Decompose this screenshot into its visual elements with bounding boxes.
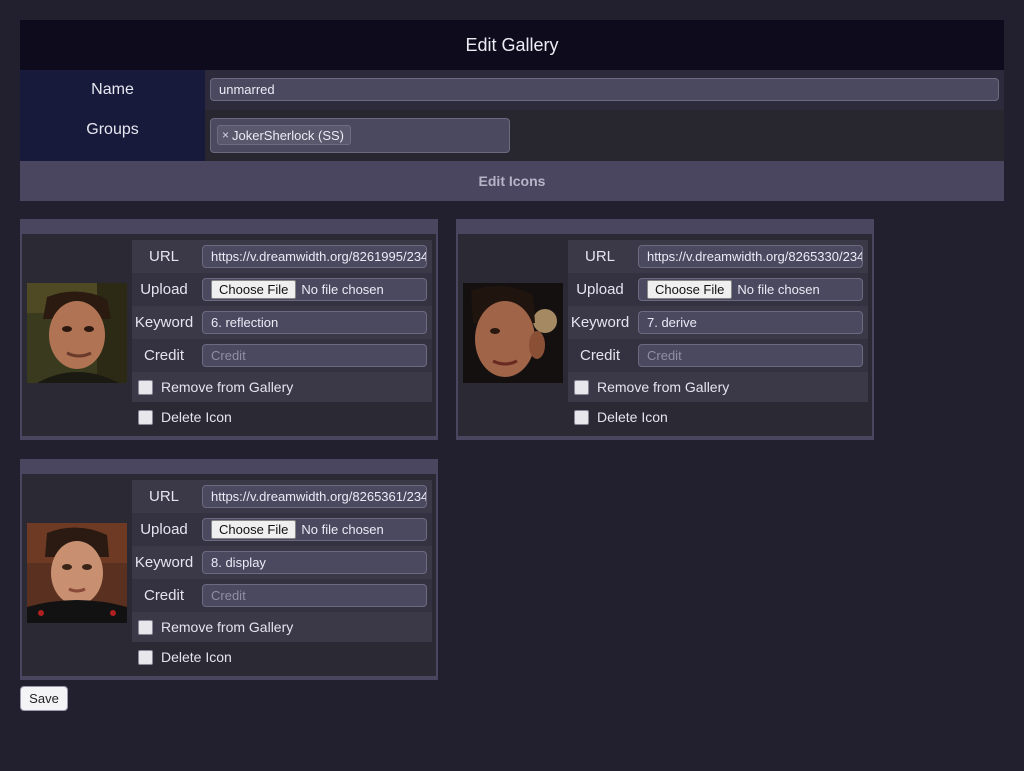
credit-label: Credit: [143, 587, 184, 604]
choose-file-button[interactable]: Choose File: [211, 520, 297, 539]
delete-checkbox[interactable]: [138, 649, 153, 665]
remove-label: Remove from Gallery: [597, 379, 730, 395]
name-label: Name: [20, 70, 205, 110]
file-status: No file chosen: [301, 522, 384, 537]
file-status: No file chosen: [737, 282, 820, 297]
credit-input[interactable]: Credit: [202, 584, 427, 607]
remove-from-gallery-option[interactable]: Remove from Gallery: [132, 612, 432, 642]
upload-label: Upload: [140, 521, 188, 538]
delete-label: Delete Icon: [161, 649, 232, 665]
keyword-input[interactable]: 8. display: [202, 551, 427, 574]
name-row: Name unmarred: [20, 70, 1004, 110]
icon-card: URL https://v.dreamwidth.org/8265330/234…: [456, 219, 874, 440]
keyword-label: Keyword: [134, 314, 194, 331]
file-status: No file chosen: [301, 282, 384, 297]
remove-label: Remove from Gallery: [161, 619, 294, 635]
group-tag-label: JokerSherlock (SS): [232, 127, 344, 143]
groups-row: Groups × JokerSherlock (SS): [20, 110, 1004, 161]
credit-label: Credit: [143, 347, 184, 364]
remove-checkbox[interactable]: [138, 379, 153, 395]
url-label: URL: [584, 248, 615, 265]
url-label: URL: [148, 488, 179, 505]
remove-label: Remove from Gallery: [161, 379, 294, 395]
delete-icon-option[interactable]: Delete Icon: [132, 642, 432, 672]
keyword-label: Keyword: [570, 314, 630, 331]
choose-file-button[interactable]: Choose File: [211, 280, 297, 299]
groups-select[interactable]: × JokerSherlock (SS): [210, 118, 510, 153]
upload-label: Upload: [576, 281, 624, 298]
upload-file-input[interactable]: Choose File No file chosen: [202, 518, 427, 541]
group-tag: × JokerSherlock (SS): [217, 125, 351, 145]
edit-icons-heading: Edit Icons: [20, 161, 1004, 201]
credit-input[interactable]: Credit: [202, 344, 427, 367]
keyword-input[interactable]: 7. derive: [638, 311, 863, 334]
url-input[interactable]: https://v.dreamwidth.org/8265330/2345: [638, 245, 863, 268]
delete-label: Delete Icon: [597, 409, 668, 425]
delete-checkbox[interactable]: [574, 409, 589, 425]
icon-thumbnail: [463, 283, 563, 383]
delete-label: Delete Icon: [161, 409, 232, 425]
name-input[interactable]: unmarred: [210, 78, 999, 101]
remove-checkbox[interactable]: [138, 619, 153, 635]
groups-label: Groups: [20, 110, 205, 161]
url-input[interactable]: https://v.dreamwidth.org/8265361/2345: [202, 485, 427, 508]
upload-label: Upload: [140, 281, 188, 298]
remove-checkbox[interactable]: [574, 379, 589, 395]
upload-file-input[interactable]: Choose File No file chosen: [638, 278, 863, 301]
delete-icon-option[interactable]: Delete Icon: [132, 402, 432, 432]
icon-card: URL https://v.dreamwidth.org/8261995/234…: [20, 219, 438, 440]
save-button[interactable]: Save: [20, 686, 68, 711]
url-label: URL: [148, 248, 179, 265]
icon-thumbnail: [27, 523, 127, 623]
choose-file-button[interactable]: Choose File: [647, 280, 733, 299]
icon-card: URL https://v.dreamwidth.org/8265361/234…: [20, 459, 438, 680]
url-input[interactable]: https://v.dreamwidth.org/8261995/2345: [202, 245, 427, 268]
page-header: Edit Gallery: [20, 20, 1004, 70]
keyword-label: Keyword: [134, 554, 194, 571]
icon-thumbnail: [27, 283, 127, 383]
upload-file-input[interactable]: Choose File No file chosen: [202, 278, 427, 301]
remove-tag-icon[interactable]: ×: [222, 128, 229, 142]
page-title: Edit Gallery: [465, 34, 559, 55]
delete-icon-option[interactable]: Delete Icon: [568, 402, 868, 432]
credit-label: Credit: [579, 347, 620, 364]
delete-checkbox[interactable]: [138, 409, 153, 425]
remove-from-gallery-option[interactable]: Remove from Gallery: [132, 372, 432, 402]
remove-from-gallery-option[interactable]: Remove from Gallery: [568, 372, 868, 402]
credit-input[interactable]: Credit: [638, 344, 863, 367]
keyword-input[interactable]: 6. reflection: [202, 311, 427, 334]
